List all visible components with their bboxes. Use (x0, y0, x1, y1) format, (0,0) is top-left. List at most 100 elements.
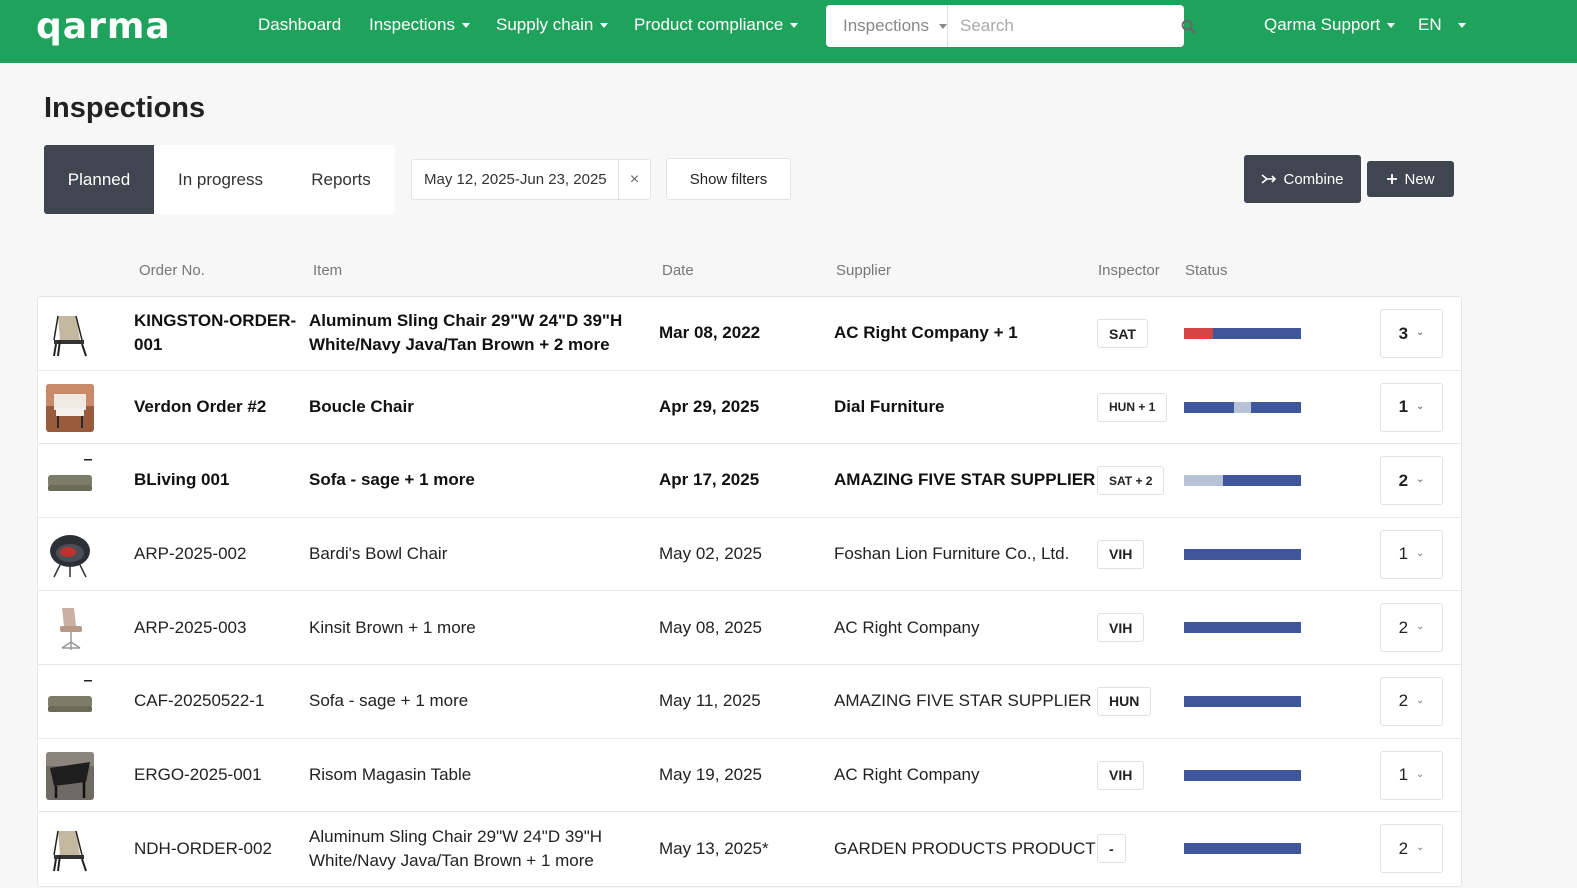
page-title: Inspections (44, 92, 206, 124)
supplier-name: Foshan Lion Furniture Co., Ltd. (834, 544, 1070, 564)
inspector-badge: HUN + 1 (1097, 392, 1168, 422)
supplier-name: AC Right Company (834, 764, 980, 784)
product-thumbnail (46, 457, 94, 506)
item-name: Kinsit Brown + 1 more (309, 617, 476, 637)
inspection-tabs: Planned In progress Reports (44, 145, 395, 214)
status-progress-bar (1184, 843, 1301, 855)
show-filters-button[interactable]: Show filters (666, 158, 791, 200)
chevron-down-icon: ⌄ (1416, 621, 1425, 633)
status-progress-bar (1184, 622, 1301, 634)
item-name: Aluminum Sling Chair 29"W 24"D 39"H Whit… (309, 826, 603, 870)
order-number[interactable]: KINGSTON-ORDER-001 (134, 297, 309, 370)
inspector-badge: VIH (1097, 613, 1145, 643)
search-scope-select[interactable]: Inspections (826, 5, 948, 47)
inspection-count-dropdown[interactable]: 2 ⌄ (1380, 456, 1443, 506)
table-row[interactable]: ARP-2025-003 Kinsit Brown + 1 more May 0… (38, 591, 1461, 665)
inspection-count-dropdown[interactable]: 1 ⌄ (1380, 382, 1443, 432)
inspection-count-dropdown[interactable]: 1 ⌄ (1380, 529, 1443, 579)
search-icon[interactable] (1181, 5, 1196, 47)
combine-icon (1261, 174, 1277, 184)
top-navbar: qarma Dashboard Inspections Supply chain… (0, 0, 1577, 63)
date-range-value[interactable]: May 12, 2025-Jun 23, 2025 (412, 160, 619, 199)
inspector-badge: VIH (1097, 539, 1145, 569)
product-thumbnail (46, 604, 94, 653)
product-thumbnail (46, 825, 94, 874)
table-row[interactable]: ARP-2025-002 Bardi's Bowl Chair May 02, … (38, 518, 1461, 592)
caret-down-icon (600, 22, 609, 28)
support-menu[interactable]: Qarma Support (1264, 15, 1396, 35)
status-segment (1250, 401, 1301, 413)
column-header-order-no[interactable]: Order No. (139, 262, 205, 279)
nav-inspections[interactable]: Inspections (369, 15, 470, 35)
inspector-badge: SAT + 2 (1097, 466, 1165, 496)
table-row[interactable]: KINGSTON-ORDER-001 Aluminum Sling Chair … (38, 297, 1461, 371)
date-range-filter[interactable]: May 12, 2025-Jun 23, 2025 × (411, 159, 651, 200)
new-button[interactable]: New (1367, 161, 1454, 197)
inspection-date: May 19, 2025 (659, 764, 763, 784)
chevron-down-icon: ⌄ (1416, 547, 1425, 559)
caret-down-icon (1387, 22, 1396, 28)
inspection-date: Apr 29, 2025 (659, 396, 760, 416)
language-menu[interactable]: EN (1418, 15, 1466, 35)
chevron-down-icon: ⌄ (1416, 842, 1425, 854)
column-header-status[interactable]: Status (1185, 262, 1228, 279)
nav-supply-chain[interactable]: Supply chain (496, 15, 609, 35)
inspection-count-dropdown[interactable]: 1 ⌄ (1380, 750, 1443, 800)
supplier-name: GARDEN PRODUCTS PRODUCTION (834, 838, 1126, 858)
clear-date-icon[interactable]: × (619, 160, 650, 199)
plus-icon (1387, 174, 1398, 184)
supplier-name: AMAZING FIVE STAR SUPPLIER + 1 (834, 691, 1121, 711)
status-segment (1184, 769, 1301, 781)
status-segment (1184, 695, 1301, 707)
order-number[interactable]: ARP-2025-003 (134, 591, 309, 664)
chevron-down-icon: ⌄ (1416, 694, 1425, 706)
nav-product-compliance[interactable]: Product compliance (634, 15, 799, 35)
tab-planned[interactable]: Planned (44, 145, 154, 214)
product-thumbnail (46, 530, 94, 579)
item-name: Sofa - sage + 1 more (309, 691, 469, 711)
search-input[interactable] (948, 5, 1181, 47)
tab-in-progress[interactable]: In progress (154, 145, 287, 214)
item-name: Sofa - sage + 1 more (309, 470, 475, 490)
product-thumbnail (46, 383, 94, 432)
status-segment (1184, 548, 1301, 560)
column-header-date[interactable]: Date (662, 262, 694, 279)
inspector-badge: - (1097, 834, 1126, 864)
item-name: Aluminum Sling Chair 29"W 24"D 39"H Whit… (309, 311, 623, 355)
inspection-date: May 11, 2025 (659, 691, 761, 711)
table-row[interactable]: ERGO-2025-001 Risom Magasin Table May 19… (38, 739, 1461, 813)
column-header-item[interactable]: Item (313, 262, 342, 279)
column-header-inspector[interactable]: Inspector (1098, 262, 1160, 279)
supplier-name: AC Right Company (834, 617, 980, 637)
inspection-count-dropdown[interactable]: 3 ⌄ (1380, 309, 1443, 358)
inspection-date: Mar 08, 2022 (659, 323, 761, 343)
inspection-date: Apr 17, 2025 (659, 470, 760, 490)
status-segment (1184, 401, 1235, 413)
table-row[interactable]: CAF-20250522-1 Sofa - sage + 1 more May … (38, 665, 1461, 739)
inspections-table: KINGSTON-ORDER-001 Aluminum Sling Chair … (37, 296, 1462, 887)
status-segment (1184, 328, 1214, 339)
status-progress-bar (1184, 769, 1301, 781)
inspection-count-dropdown[interactable]: 2 ⌄ (1380, 824, 1443, 874)
caret-down-icon (790, 22, 799, 28)
qarma-logo[interactable]: qarma (36, 6, 171, 47)
combine-button[interactable]: Combine (1244, 155, 1361, 203)
inspection-count-dropdown[interactable]: 2 ⌄ (1380, 676, 1443, 726)
column-header-supplier[interactable]: Supplier (836, 262, 891, 279)
order-number[interactable]: ARP-2025-002 (134, 518, 309, 591)
status-progress-bar (1184, 328, 1301, 339)
table-row[interactable]: NDH-ORDER-002 Aluminum Sling Chair 29"W … (38, 812, 1461, 886)
table-row[interactable]: BLiving 001 Sofa - sage + 1 more Apr 17,… (38, 444, 1461, 518)
status-segment (1234, 401, 1251, 413)
product-thumbnail (46, 677, 94, 726)
order-number[interactable]: Verdon Order #2 (134, 371, 309, 444)
order-number[interactable]: NDH-ORDER-002 (134, 812, 309, 886)
order-number[interactable]: CAF-20250522-1 (134, 665, 309, 738)
order-number[interactable]: BLiving 001 (134, 444, 309, 517)
order-number[interactable]: ERGO-2025-001 (134, 739, 309, 812)
inspection-count-dropdown[interactable]: 2 ⌄ (1380, 603, 1443, 653)
table-row[interactable]: Verdon Order #2 Boucle Chair Apr 29, 202… (38, 371, 1461, 445)
nav-dashboard[interactable]: Dashboard (258, 15, 341, 35)
tab-reports[interactable]: Reports (287, 145, 395, 214)
status-progress-bar (1184, 401, 1301, 413)
